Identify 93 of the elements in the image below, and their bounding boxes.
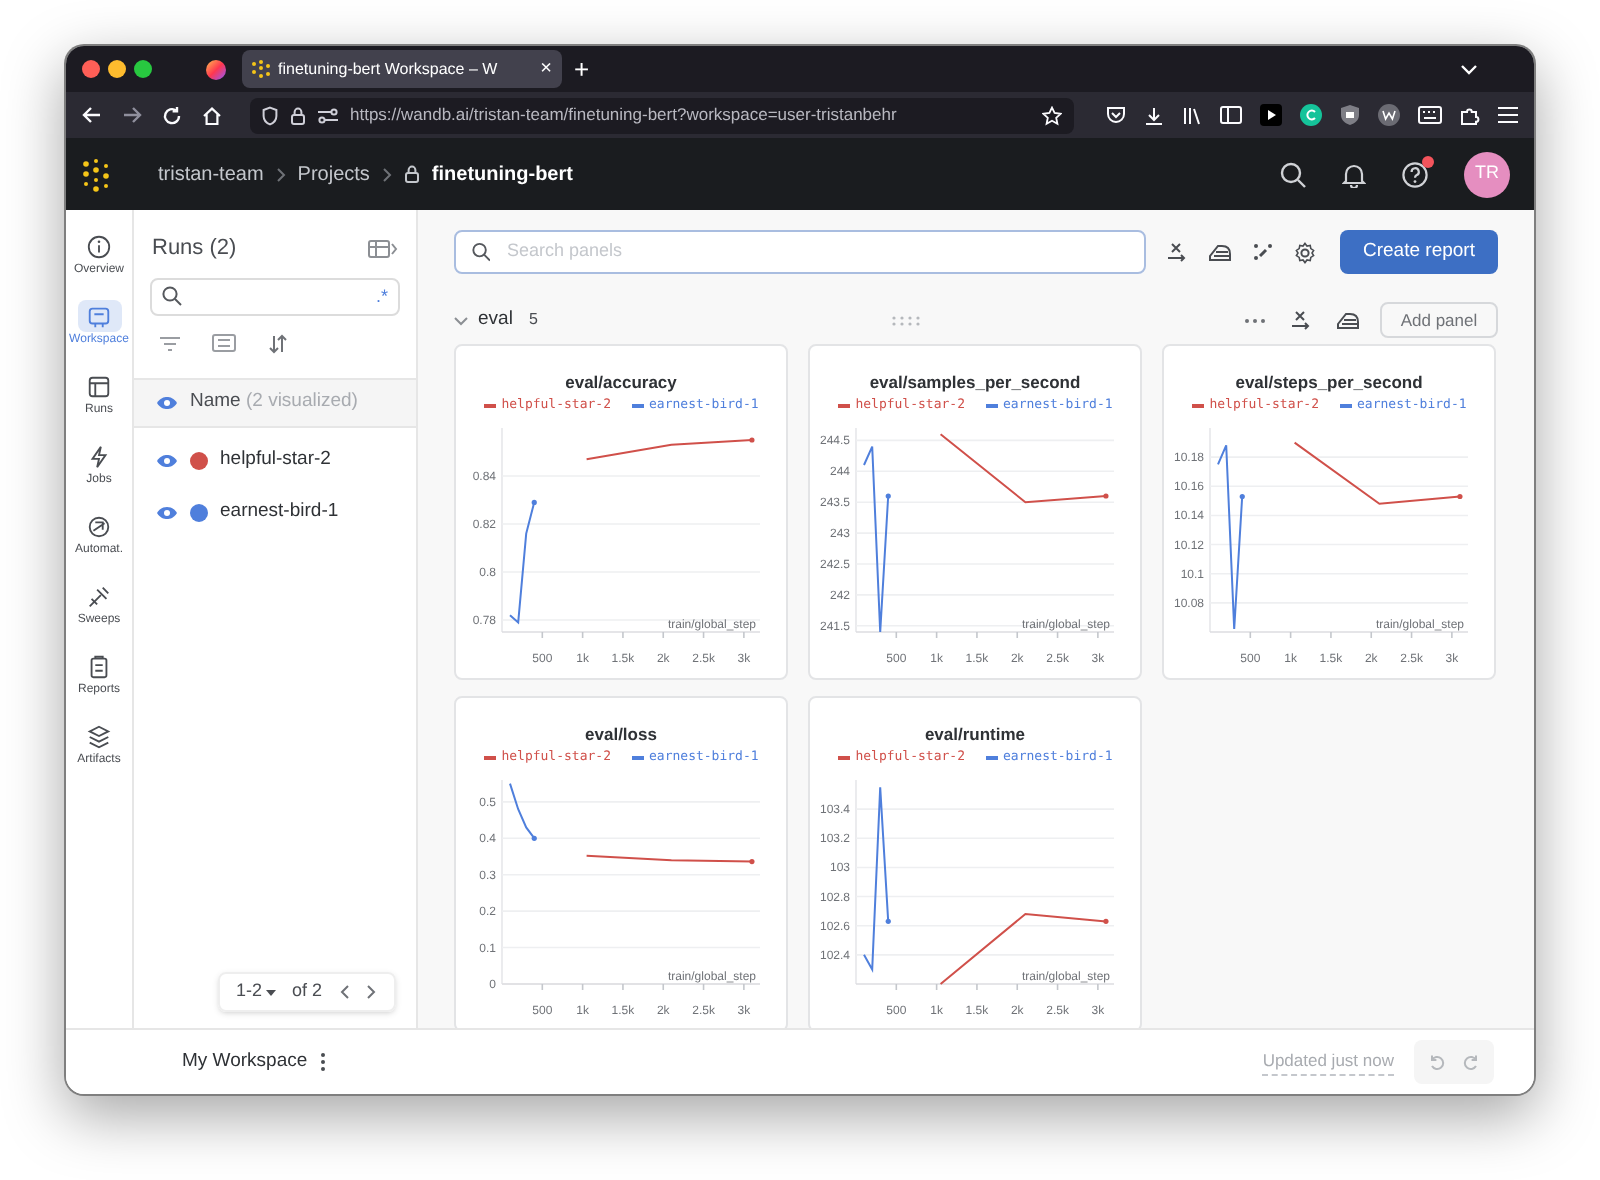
browser-tab[interactable]: finetuning-bert Workspace – W × [242, 50, 562, 88]
more-icon[interactable] [1244, 317, 1266, 323]
settings-icon[interactable] [1294, 241, 1316, 263]
next-page-icon[interactable] [366, 984, 378, 1000]
panel-search-field[interactable]: Search panels [454, 230, 1146, 274]
runs-search-field[interactable]: .* [150, 277, 400, 315]
name-column-header[interactable]: Name (2 visualized) [134, 377, 416, 427]
group-icon[interactable] [212, 334, 236, 352]
shield-extension-icon[interactable] [1340, 104, 1360, 126]
runs-title: Runs (2) [152, 234, 237, 264]
caret-down-icon [265, 989, 276, 995]
search-icon[interactable] [1280, 161, 1306, 187]
x-axis-icon[interactable] [1290, 310, 1312, 330]
chart-title: eval/steps_per_second [1235, 372, 1423, 394]
play-icon[interactable] [1260, 104, 1282, 126]
forward-icon[interactable] [122, 106, 142, 124]
page-total: of 2 [291, 978, 322, 1005]
smoothing-icon[interactable] [1208, 243, 1232, 261]
nav-icon [86, 583, 112, 609]
search-icon [472, 242, 491, 262]
panel-count: 5 [528, 308, 538, 332]
chevron-right-icon [275, 167, 286, 181]
shield-icon [262, 105, 278, 125]
nav-icon [86, 723, 112, 749]
drag-handle-icon[interactable] [891, 315, 920, 325]
breadcrumb-link[interactable]: finetuning-bert [431, 159, 573, 189]
nav-icon [86, 513, 112, 539]
back-icon[interactable] [82, 106, 102, 124]
url-bar[interactable]: https://wandb.ai/tristan-team/finetuning-bert?workspace=user-tristanbehr [250, 97, 1074, 133]
eye-icon[interactable] [156, 454, 178, 468]
permissions-icon [318, 107, 338, 123]
breadcrumb-link[interactable]: tristan-team [158, 159, 264, 189]
close-window-button[interactable] [82, 60, 100, 78]
eye-icon[interactable] [156, 506, 178, 520]
add-panel-button[interactable]: Add panel [1380, 302, 1498, 338]
library-icon[interactable] [1182, 105, 1202, 125]
browser-logo-icon[interactable] [206, 59, 226, 79]
eye-icon [156, 395, 178, 409]
table-toggle-icon[interactable] [368, 239, 398, 258]
lock-icon [290, 105, 306, 125]
chart-title: eval/samples_per_second [869, 372, 1081, 394]
nav-icon [86, 373, 112, 399]
chart-title: eval/loss [585, 724, 657, 746]
dots-logo-icon[interactable] [82, 157, 110, 191]
keyboard-icon[interactable] [1418, 106, 1442, 124]
tab-close-button[interactable]: × [540, 59, 552, 79]
workspace-name[interactable]: My Workspace [182, 1047, 308, 1077]
smoothing-icon[interactable] [1336, 311, 1360, 329]
previous-page-icon[interactable] [338, 984, 350, 1000]
more-vertical-icon[interactable] [319, 1052, 326, 1072]
panel-search-input[interactable]: Search panels [506, 238, 1128, 266]
chevron-right-icon [381, 167, 392, 181]
search-icon [162, 286, 182, 306]
menu-icon[interactable] [1498, 106, 1518, 124]
nav-icon [86, 653, 112, 679]
regex-toggle[interactable]: .* [375, 287, 388, 305]
nav-icon [86, 443, 112, 469]
tab-title: finetuning-bert Workspace – W [278, 57, 498, 81]
update-status: Updated just now [1262, 1048, 1394, 1076]
chart-title: eval/accuracy [565, 372, 677, 394]
page-range-dropdown[interactable]: 1-2 [235, 978, 276, 1006]
home-icon[interactable] [202, 105, 222, 125]
nav-icon [86, 303, 112, 329]
sort-icon[interactable] [268, 333, 288, 353]
bell-icon[interactable] [1342, 161, 1366, 187]
download-icon[interactable] [1144, 105, 1164, 125]
help-icon[interactable] [1402, 161, 1428, 187]
run-name[interactable]: earnest-bird-1 [220, 498, 339, 528]
run-name[interactable]: helpful-star-2 [220, 446, 331, 476]
lock-icon [403, 164, 420, 184]
x-axis-icon[interactable] [1166, 242, 1188, 262]
filter-icon[interactable] [160, 335, 180, 351]
pocket-icon[interactable] [1106, 106, 1126, 124]
reload-icon[interactable] [162, 105, 182, 125]
maximize-window-button[interactable] [134, 60, 152, 78]
puzzle-icon[interactable] [1460, 105, 1480, 125]
extension-icon[interactable] [1300, 104, 1322, 126]
section-title: eval [478, 305, 513, 334]
dots-logo-icon [252, 59, 270, 79]
create-report-button[interactable]: Create report [1340, 230, 1498, 274]
breadcrumb-link[interactable]: Projects [297, 159, 370, 189]
url-text: https://wandb.ai/tristan-team/finetuning-bert?workspace=user-tristanbehr [350, 102, 897, 128]
extension-icon[interactable] [1378, 104, 1400, 126]
series-line [508, 499, 536, 624]
series-line [508, 782, 536, 841]
minimize-window-button[interactable] [108, 60, 126, 78]
name-column-label: Name (2 visualized) [190, 387, 358, 416]
star-icon[interactable] [1042, 105, 1062, 125]
outlier-icon[interactable] [1252, 242, 1274, 262]
nav-icon [86, 233, 112, 259]
chart-title: eval/runtime [924, 724, 1026, 746]
sidebar-icon[interactable] [1220, 106, 1242, 124]
new-tab-button[interactable]: + [574, 56, 590, 82]
